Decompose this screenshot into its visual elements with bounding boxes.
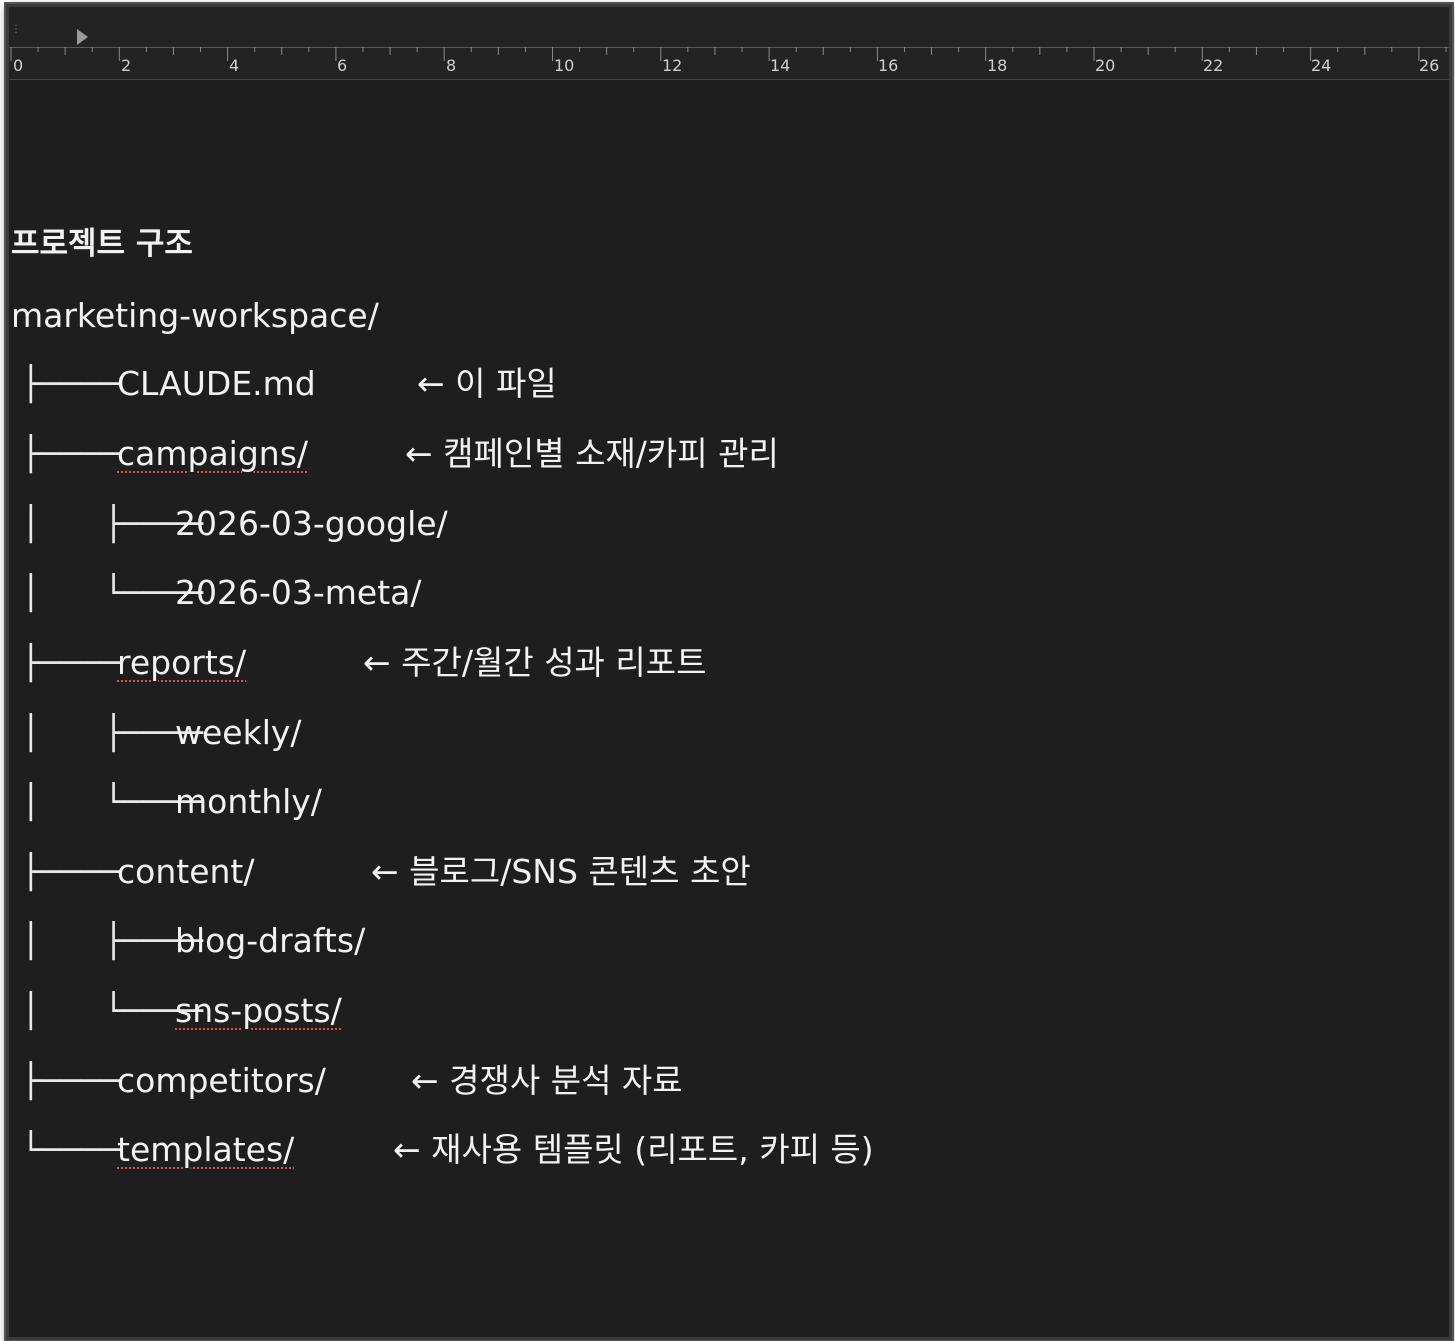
ruler-label: 22 [1203, 56, 1224, 75]
tree-item-name: 2026-03-meta/ [175, 573, 422, 612]
ruler-label: 10 [554, 56, 575, 75]
tree-item-name: reports/ [117, 643, 247, 682]
ruler-label: 18 [987, 56, 1008, 75]
ruler-label: 6 [337, 56, 348, 75]
tree-item-name: sns-posts/ [175, 991, 342, 1030]
ruler-label: 4 [229, 56, 240, 75]
ruler-label: 24 [1311, 56, 1332, 75]
tree-item-name: monthly/ [175, 782, 322, 821]
tree-item-name: blog-drafts/ [175, 921, 366, 960]
tree-item-name: campaigns/ [117, 434, 309, 473]
ruler-grip-icon[interactable]: ⋮ [11, 25, 21, 41]
tree-item-name: content/ [117, 852, 255, 891]
tree-connector: ├──── [21, 643, 131, 682]
tree-connector: └──── [21, 1130, 131, 1169]
indent-marker-icon[interactable] [77, 29, 88, 45]
tree-item-comment: ← 경쟁사 분석 자료 [411, 1061, 683, 1100]
ruler-label: 0 [13, 56, 24, 75]
ruler-label: 26 [1419, 56, 1440, 75]
tree-connector: ├──── [21, 852, 131, 891]
document-body[interactable]: 프로젝트 구조 marketing-workspace/ ├──── CLAUD… [9, 79, 1449, 1337]
ruler-label: 14 [770, 56, 791, 75]
ruler-label: 8 [446, 56, 457, 75]
tree-connector: ├──── [21, 364, 131, 403]
tree-item-comment: ← 이 파일 [417, 364, 557, 403]
editor-window: ⋮ 0 2 4 6 8 10 12 14 16 18 20 22 24 26 프… [6, 4, 1452, 1340]
tree-item-name: competitors/ [117, 1061, 326, 1100]
tree-item-comment: ← 캠페인별 소재/카피 관리 [405, 434, 779, 473]
ruler-label: 12 [662, 56, 683, 75]
tree-item-comment: ← 블로그/SNS 콘텐츠 초안 [371, 852, 751, 891]
ruler[interactable]: ⋮ 0 2 4 6 8 10 12 14 16 18 20 22 24 26 [9, 7, 1449, 80]
tree-item-name: weekly/ [175, 713, 302, 752]
tree-item-name: CLAUDE.md [117, 364, 316, 403]
tree-connector: ├──── [21, 434, 131, 473]
page-title: 프로젝트 구조 [11, 226, 193, 262]
tree-item-name: 2026-03-google/ [175, 504, 448, 543]
tree-item-name: templates/ [117, 1130, 295, 1169]
ruler-label: 16 [878, 56, 899, 75]
ruler-ticks [10, 47, 1447, 61]
tree-connector: ├──── [21, 1061, 131, 1100]
tree-item-comment: ← 주간/월간 성과 리포트 [363, 643, 707, 682]
tree-item-comment: ← 재사용 템플릿 (리포트, 카피 등) [393, 1130, 874, 1169]
ruler-label: 2 [121, 56, 132, 75]
ruler-label: 20 [1095, 56, 1116, 75]
tree-root: marketing-workspace/ [11, 296, 379, 335]
